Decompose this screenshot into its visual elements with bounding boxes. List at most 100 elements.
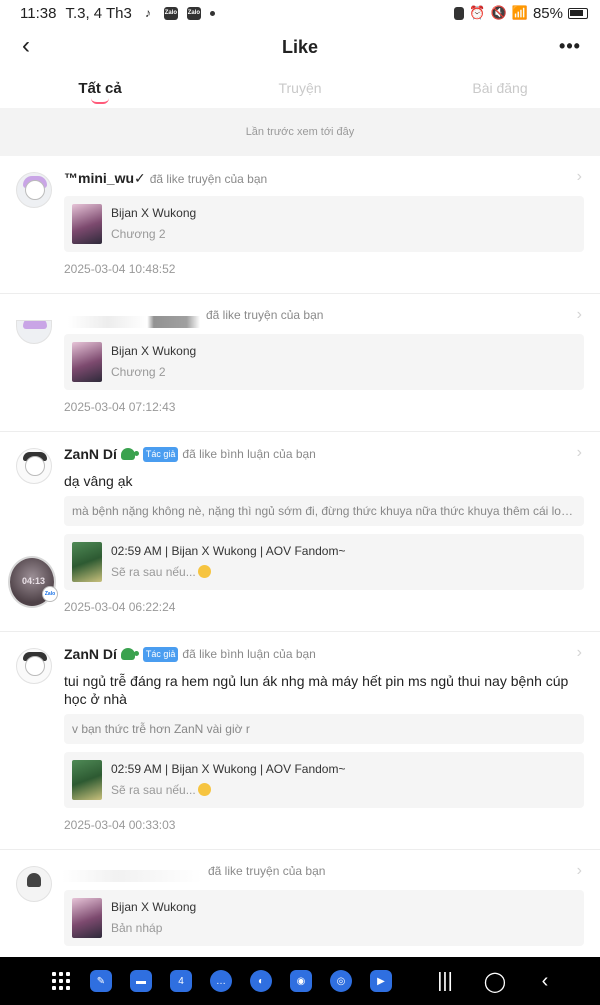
chrome-app-icon[interactable]: ◎ — [330, 970, 352, 992]
chevron-right-icon: › — [576, 168, 582, 185]
winking-emoji-icon — [197, 565, 211, 578]
card-title: 02:59 AM | Bijan X Wukong | AOV Fandom~ — [111, 544, 346, 558]
tab-posts[interactable]: Bài đăng — [400, 70, 600, 108]
tiktok-icon: ♪ — [144, 6, 151, 20]
chapter-cover-thumbnail — [72, 542, 102, 582]
battery-icon — [568, 7, 588, 19]
avatar[interactable] — [16, 866, 52, 902]
quoted-comment[interactable]: v bạn thức trễ hơn ZanN vài giờ r — [64, 714, 584, 744]
story-cover-thumbnail — [72, 204, 102, 244]
chevron-right-icon: › — [576, 644, 582, 661]
more-notifications-icon — [209, 10, 215, 16]
card-subtitle: Sẽ ra sau nếu... — [111, 565, 211, 579]
timestamp: 2025-03-04 10:48:52 — [64, 262, 176, 276]
internet-app-icon[interactable]: ◐ — [250, 970, 272, 992]
item-meta: đã like truyện của bạn — [208, 864, 325, 878]
avatar[interactable] — [16, 648, 52, 684]
floating-chat-bubble[interactable]: 04:13 Zalo — [8, 556, 58, 608]
avatar[interactable] — [16, 172, 52, 208]
username[interactable]: ™mini_wu✓ — [64, 170, 146, 187]
card-subtitle-text: Sẽ ra sau nếu... — [111, 783, 196, 797]
list-item[interactable]: ™mini_wu✓ đã like truyện của bạn › Bijan… — [0, 156, 600, 294]
recent-apps-icon[interactable]: ||| — [430, 970, 460, 993]
avatar[interactable] — [16, 448, 52, 484]
chapter-card[interactable]: 02:59 AM | Bijan X Wukong | AOV Fandom~ … — [64, 534, 584, 590]
story-card[interactable]: Bijan X Wukong Chương 2 — [64, 334, 584, 390]
app-drawer-icon[interactable] — [52, 972, 70, 990]
timestamp: 2025-03-04 00:33:03 — [64, 818, 176, 832]
status-date: T.3, 4 Th3 — [65, 4, 132, 22]
list-item[interactable]: đã like truyện của bạn › Bijan X Wukong … — [0, 850, 600, 957]
chevron-right-icon: › — [576, 862, 582, 879]
author-badge: Tác giả — [142, 446, 179, 462]
back-icon[interactable]: ‹ — [530, 970, 560, 993]
system-nav-bar: ✎ ▬ 4 … ◐ ◉ ◎ ▶ ||| ◯ ‹ — [0, 957, 600, 1005]
comment-text: tui ngủ trễ đáng ra hem ngủ lun ák nhg m… — [64, 673, 569, 707]
back-arrow-icon[interactable]: ‹ — [12, 32, 40, 60]
home-icon[interactable]: ◯ — [480, 969, 510, 994]
battery-percent: 85% — [532, 4, 563, 22]
winking-emoji-icon — [197, 783, 211, 796]
chevron-right-icon: › — [576, 306, 582, 323]
app-header: ‹ Like ••• — [0, 26, 600, 68]
card-title: Bijan X Wukong — [111, 344, 197, 358]
timestamp: 2025-03-04 06:22:24 — [64, 600, 176, 614]
redacted-username — [68, 316, 200, 328]
tab-stories[interactable]: Truyện — [200, 70, 400, 108]
action-text: đã like bình luận của bạn — [182, 647, 316, 661]
card-title: Bijan X Wukong — [111, 900, 197, 914]
tab-label: Tất cả — [78, 80, 122, 97]
item-meta: đã like truyện của bạn — [206, 308, 323, 322]
timestamp: 2025-03-04 07:12:43 — [64, 400, 176, 414]
avatar[interactable] — [16, 320, 52, 344]
status-time: 11:38 — [20, 4, 57, 22]
camera-app-icon[interactable]: ◉ — [290, 970, 312, 992]
card-subtitle-text: Sẽ ra sau nếu... — [111, 565, 196, 579]
list-item[interactable]: đã like truyện của bạn › Bijan X Wukong … — [0, 294, 600, 432]
story-card[interactable]: Bijan X Wukong Chương 2 — [64, 196, 584, 252]
messages-app-icon[interactable]: … — [210, 970, 232, 992]
action-text: đã like bình luận của bạn — [182, 447, 316, 461]
notes-app-icon[interactable]: ✎ — [90, 970, 112, 992]
files-app-icon[interactable]: ▬ — [130, 970, 152, 992]
author-badge: Tác giả — [142, 646, 179, 662]
card-subtitle: Chương 2 — [111, 365, 166, 379]
chevron-right-icon: › — [576, 444, 582, 461]
turtle-icon — [120, 648, 139, 660]
last-seen-text: Lần trước xem tới đây — [245, 126, 355, 138]
story-cover-thumbnail — [72, 898, 102, 938]
redacted-username — [62, 870, 202, 882]
wifi-icon: 📶 — [511, 5, 528, 20]
story-card[interactable]: Bijan X Wukong Bản nháp — [64, 890, 584, 946]
chapter-card[interactable]: 02:59 AM | Bijan X Wukong | AOV Fandom~ … — [64, 752, 584, 808]
zalo-badge-icon: Zalo — [42, 586, 58, 602]
active-tab-indicator — [91, 98, 109, 104]
username[interactable]: ZanN Dí — [64, 646, 117, 662]
card-subtitle: Sẽ ra sau nếu... — [111, 783, 211, 797]
list-item[interactable]: ZanN Dí Tác giả đã like bình luận của bạ… — [0, 432, 600, 632]
last-seen-divider: Lần trước xem tới đây — [0, 108, 600, 156]
tab-all[interactable]: Tất cả — [0, 70, 200, 108]
lock-icon — [454, 6, 465, 20]
card-subtitle: Chương 2 — [111, 227, 166, 241]
page-title: Like — [281, 36, 319, 57]
story-cover-thumbnail — [72, 342, 102, 382]
tab-label: Bài đăng — [472, 80, 528, 96]
card-title: Bijan X Wukong — [111, 206, 197, 220]
calendar-app-icon[interactable]: 4 — [170, 970, 192, 992]
username[interactable]: ZanN Dí — [64, 446, 117, 462]
bubble-label: 04:13 — [22, 576, 46, 586]
zalo-icon-2: Zalo — [186, 6, 201, 20]
list-item[interactable]: ZanN Dí Tác giả đã like bình luận của bạ… — [0, 632, 600, 850]
comment-text: dạ vâng ạk — [64, 473, 133, 489]
item-meta: ZanN Dí Tác giả đã like bình luận của bạ… — [64, 446, 316, 462]
status-bar: 11:38 T.3, 4 Th3 ♪ Zalo Zalo ⏰ 🔇 📶 85% — [0, 0, 600, 26]
youtube-app-icon[interactable]: ▶ — [370, 970, 392, 992]
mute-icon: 🔇 — [490, 5, 507, 20]
zalo-icon: Zalo — [163, 6, 178, 20]
more-options-icon[interactable]: ••• — [556, 32, 584, 60]
action-text: đã like truyện của bạn — [206, 308, 324, 322]
quoted-comment[interactable]: mà bệnh nặng không nè, nặng thì ngủ sớm … — [64, 496, 584, 526]
tab-bar: Tất cả Truyện Bài đăng — [0, 70, 600, 108]
turtle-icon — [120, 448, 139, 460]
